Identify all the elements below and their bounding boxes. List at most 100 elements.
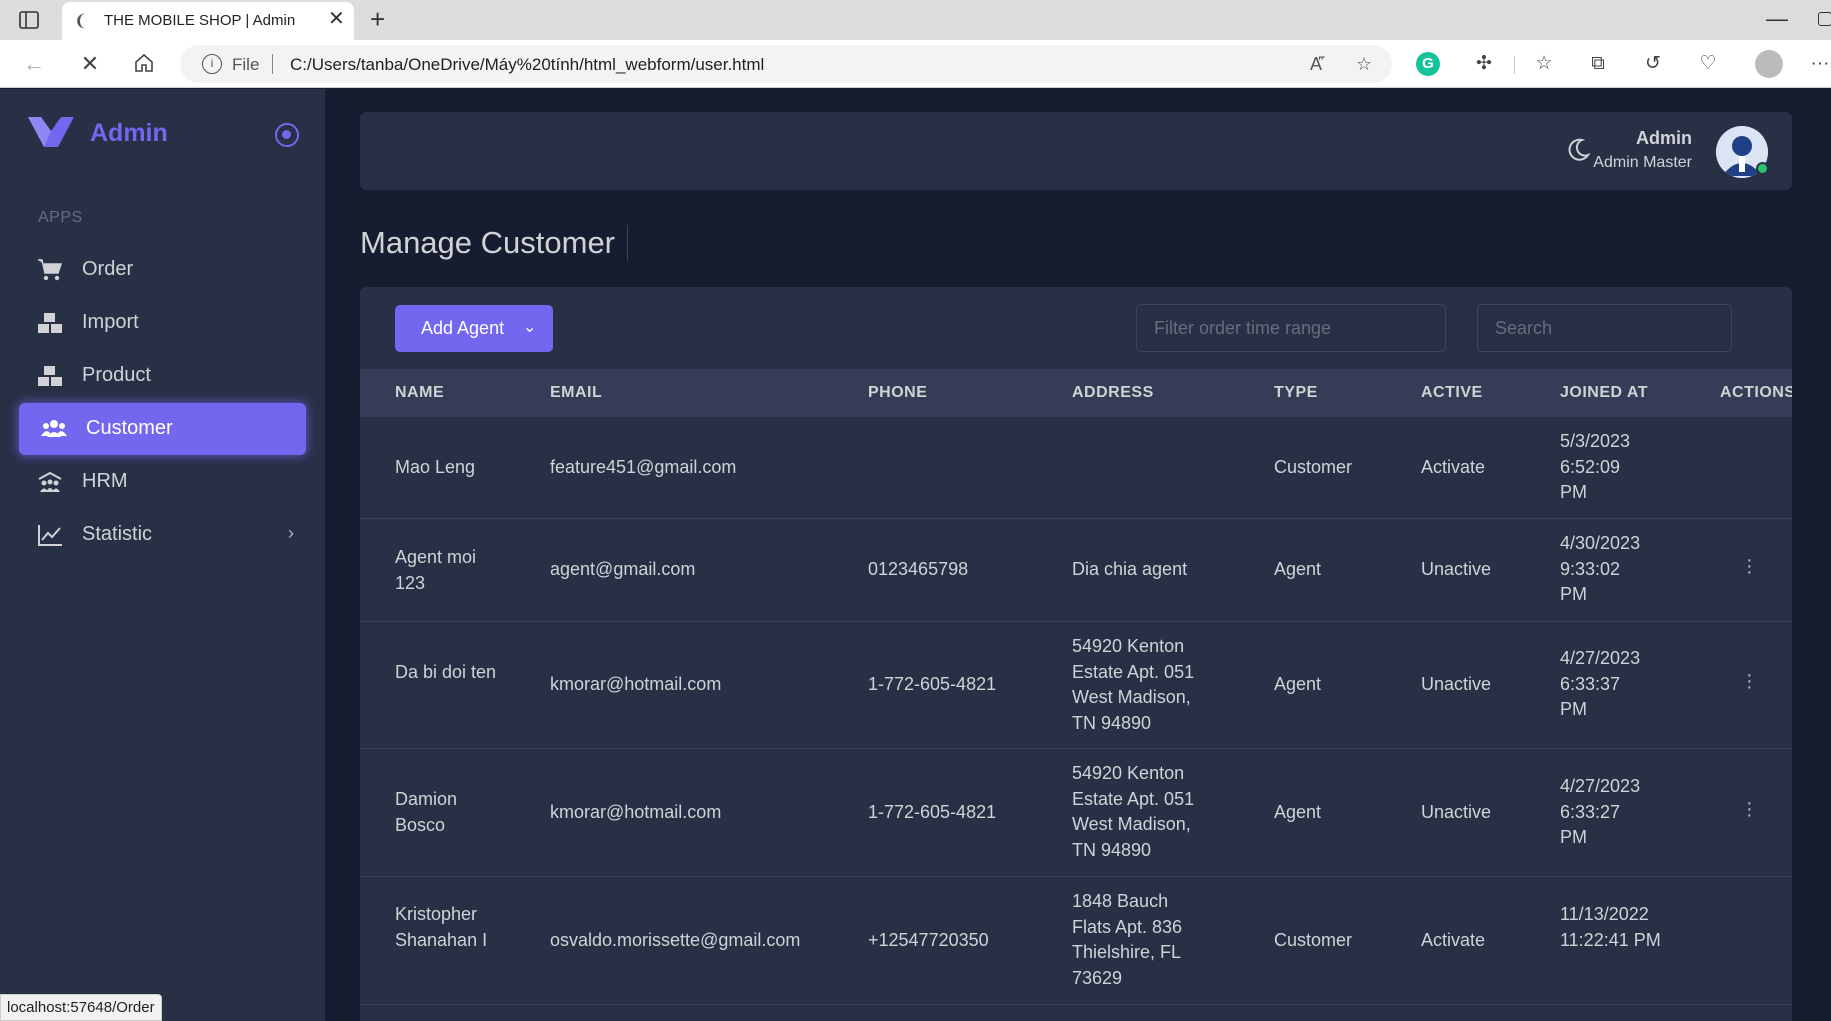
back-icon[interactable]: ←: [22, 52, 46, 76]
column-header-phone[interactable]: PHONE: [868, 384, 927, 402]
column-header-name[interactable]: NAME: [395, 384, 444, 402]
more-vertical-icon[interactable]: · · ·: [1746, 665, 1753, 697]
sidebar-item-order[interactable]: Order: [19, 244, 306, 296]
browser-tab-bar: ❨ THE MOBILE SHOP | Admin ✕ + —: [0, 0, 1831, 40]
collapse-sidebar-icon[interactable]: [275, 123, 299, 147]
brand-name[interactable]: Admin: [90, 119, 168, 148]
chart-line-icon: [37, 523, 63, 547]
cell-type: Agent: [1274, 802, 1322, 822]
sidebar-item-product[interactable]: Product: [19, 350, 306, 402]
customer-table-card: Add Agent ⌄ NAME EMAIL PHONE ADDRESS TYP…: [360, 287, 1792, 1021]
cell-joined-at: 4/27/2023 6:33:27 PM: [1560, 776, 1641, 847]
cell-address: 54920 Kenton Estate Apt. 051 West Madiso…: [1072, 763, 1195, 860]
toolbar-divider: [1514, 56, 1515, 74]
history-icon[interactable]: ↺: [1641, 52, 1665, 76]
cell-type: Customer: [1274, 930, 1353, 950]
cell-name: Kristopher Shanahan I: [395, 904, 488, 950]
stop-icon[interactable]: ✕: [78, 52, 102, 76]
favorites-icon[interactable]: ☆: [1532, 52, 1556, 76]
url-scheme: File: [232, 55, 260, 74]
close-tab-icon[interactable]: ✕: [328, 9, 345, 29]
cell-email: kmorar@hotmail.com: [550, 674, 722, 694]
sidebar-item-import[interactable]: Import: [19, 297, 306, 349]
cell-name: Mao Leng: [395, 457, 476, 477]
profile-icon[interactable]: [1755, 50, 1783, 78]
users-icon: [41, 417, 67, 441]
sidebar-item-hrm[interactable]: HRM: [19, 456, 306, 508]
sidebar-item-statistic[interactable]: Statistic ›: [19, 509, 306, 561]
sidebar-item-customer[interactable]: Customer: [19, 403, 306, 455]
read-aloud-icon[interactable]: A꜠: [1310, 54, 1322, 75]
online-status-dot: [1756, 162, 1769, 175]
sidebar-item-label: Customer: [86, 417, 173, 439]
url-text[interactable]: C:/Users/tanba/OneDrive/Máy%20tính/html_…: [290, 55, 764, 75]
table-row[interactable]: Kristopher Shanahan I osvaldo.morissette…: [360, 877, 1792, 1005]
section-label: APPS: [38, 209, 83, 226]
add-agent-label: Add Agent: [421, 318, 505, 338]
maximize-icon[interactable]: [1818, 12, 1831, 26]
table-row[interactable]: Agent moi 123 agent@gmail.com 0123465798…: [360, 519, 1792, 622]
cell-phone: 1-772-605-4821: [868, 802, 997, 822]
column-header-joined-at[interactable]: JOINED AT: [1560, 384, 1648, 402]
minimize-icon[interactable]: —: [1766, 6, 1788, 32]
cell-type: Customer: [1274, 457, 1353, 477]
cell-email: kmorar@hotmail.com: [550, 802, 722, 822]
table-row[interactable]: Mao Leng feature451@gmail.com Customer A…: [360, 417, 1792, 519]
boxes-icon: [37, 311, 63, 335]
status-bar-url: localhost:57648/Order: [0, 994, 162, 1021]
sidebar: Admin APPS Order Import Product Customer…: [0, 89, 325, 1021]
search-input[interactable]: [1477, 304, 1732, 352]
more-icon[interactable]: ···: [1808, 52, 1831, 76]
top-navbar: Admin Admin Master: [360, 112, 1792, 190]
info-icon[interactable]: i: [202, 54, 222, 74]
team-icon: [37, 470, 63, 494]
title-divider: [627, 225, 628, 261]
cell-name: Agent moi 123: [395, 547, 477, 593]
browser-tab[interactable]: ❨ THE MOBILE SHOP | Admin ✕: [62, 2, 354, 40]
add-favorite-icon[interactable]: ☆: [1356, 54, 1372, 75]
loading-icon: ❨: [74, 13, 88, 30]
cell-type: Agent: [1274, 674, 1322, 694]
chevron-right-icon: ›: [288, 523, 294, 543]
table-row[interactable]: Da bi doi ten kmorar@hotmail.com 1-772-6…: [360, 622, 1792, 749]
cell-active: Activate: [1421, 457, 1486, 477]
cell-active: Unactive: [1421, 674, 1492, 694]
boxes-icon: [37, 364, 63, 388]
add-agent-button[interactable]: Add Agent ⌄: [395, 305, 553, 352]
column-header-email[interactable]: EMAIL: [550, 384, 602, 402]
cell-phone: +12547720350: [868, 930, 989, 950]
url-box[interactable]: i File C:/Users/tanba/OneDrive/Máy%20tín…: [180, 45, 1392, 83]
column-header-type[interactable]: TYPE: [1274, 384, 1318, 402]
moon-icon[interactable]: [1564, 136, 1592, 164]
sidebar-item-label: HRM: [82, 470, 128, 492]
filter-time-range-input[interactable]: [1136, 304, 1446, 352]
tab-title: THE MOBILE SHOP | Admin: [104, 12, 296, 29]
logo-icon: [28, 117, 74, 151]
page-title: Manage Customer: [360, 225, 616, 260]
cell-name: Damion Bosco: [395, 789, 458, 835]
cell-email: feature451@gmail.com: [550, 457, 737, 477]
cell-email: osvaldo.morissette@gmail.com: [550, 930, 801, 950]
user-name[interactable]: Admin: [1636, 128, 1692, 149]
more-vertical-icon[interactable]: · · ·: [1746, 550, 1753, 582]
cell-address: 1848 Bauch Flats Apt. 836 Thielshire, FL…: [1072, 891, 1183, 988]
more-vertical-icon[interactable]: · · ·: [1746, 793, 1753, 825]
sidebar-toggle-icon[interactable]: [18, 9, 40, 31]
home-icon[interactable]: [132, 52, 156, 76]
cell-joined-at: 4/27/2023 6:33:37 PM: [1560, 648, 1641, 719]
performance-icon[interactable]: ♡: [1696, 52, 1720, 76]
sidebar-item-label: Import: [82, 311, 139, 333]
column-header-active[interactable]: ACTIVE: [1421, 384, 1483, 402]
cell-joined-at: 4/30/2023 9:33:02 PM: [1560, 533, 1641, 604]
address-bar: ← ✕ i File C:/Users/tanba/OneDrive/Máy%2…: [0, 40, 1831, 88]
grammarly-icon[interactable]: G: [1416, 52, 1440, 76]
cell-active: Unactive: [1421, 559, 1492, 579]
column-header-address[interactable]: ADDRESS: [1072, 384, 1154, 402]
url-divider: [272, 54, 273, 74]
table-row[interactable]: Damion Bosco kmorar@hotmail.com 1-772-60…: [360, 749, 1792, 877]
extensions-icon[interactable]: ✣: [1472, 52, 1496, 76]
collections-icon[interactable]: ⧉: [1586, 52, 1610, 76]
new-tab-icon[interactable]: +: [370, 6, 385, 32]
cell-address: 54920 Kenton Estate Apt. 051 West Madiso…: [1072, 636, 1195, 733]
sidebar-item-label: Product: [82, 364, 151, 386]
